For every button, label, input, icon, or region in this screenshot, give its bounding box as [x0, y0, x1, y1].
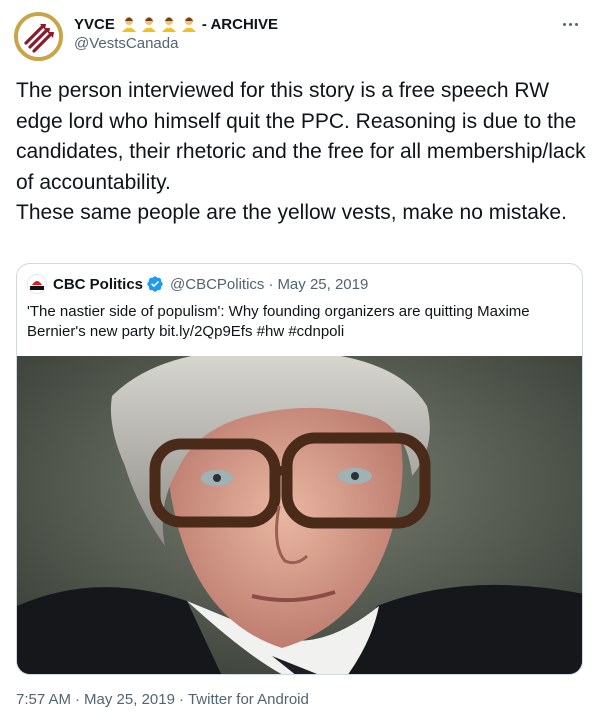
separator-dot: · [178, 691, 184, 708]
quoted-tweet-photo[interactable] [17, 356, 583, 675]
tweet-text: The person interviewed for this story is… [16, 76, 586, 229]
emoji-group [120, 15, 198, 33]
tweet-meta: 7:57 AM · May 25, 2019 · Twitter for Android [16, 691, 309, 708]
quoted-date[interactable]: May 25, 2019 [277, 276, 368, 293]
quoted-tweet-header: CBC Politics @CBCPolitics · May 25, 2019 [27, 274, 368, 294]
tweet-paragraph: These same people are the yellow vests, … [16, 201, 567, 224]
more-dot-icon [562, 22, 566, 26]
author-name[interactable]: YVCE - ARCHIVE [74, 15, 278, 33]
more-options-button[interactable] [558, 14, 582, 34]
tweet-source-link[interactable]: Twitter for Android [188, 691, 309, 708]
author-avatar[interactable] [14, 12, 63, 61]
tweet-paragraph: The person interviewed for this story is… [16, 79, 586, 194]
cbc-logo-icon [27, 274, 47, 294]
separator-dot: · [268, 275, 274, 293]
quoted-tweet[interactable]: CBC Politics @CBCPolitics · May 25, 2019… [16, 263, 583, 675]
quoted-author-name[interactable]: CBC Politics [53, 276, 143, 293]
verified-badge-icon [147, 276, 163, 292]
three-arrows-logo-icon [18, 16, 59, 57]
author-display-name: YVCE [74, 15, 115, 33]
vest-person-emoji-icon [121, 17, 136, 32]
vest-person-emoji-icon [161, 17, 176, 32]
more-dot-icon [568, 22, 572, 26]
author-name-suffix: - ARCHIVE [201, 15, 278, 33]
more-dot-icon [574, 22, 578, 26]
tweet-time-link[interactable]: 7:57 AM [16, 691, 71, 708]
vest-person-emoji-icon [141, 17, 156, 32]
quoted-author-handle[interactable]: @CBCPolitics [170, 276, 264, 293]
quoted-tweet-text: 'The nastier side of populism': Why foun… [27, 303, 530, 340]
separator-dot: · [75, 691, 81, 708]
tweet: YVCE - ARCHIVE @VestsCanada The person i… [0, 0, 600, 722]
author-handle[interactable]: @VestsCanada [74, 35, 178, 52]
vest-person-emoji-icon [181, 17, 196, 32]
tweet-date-link[interactable]: May 25, 2019 [84, 691, 175, 708]
